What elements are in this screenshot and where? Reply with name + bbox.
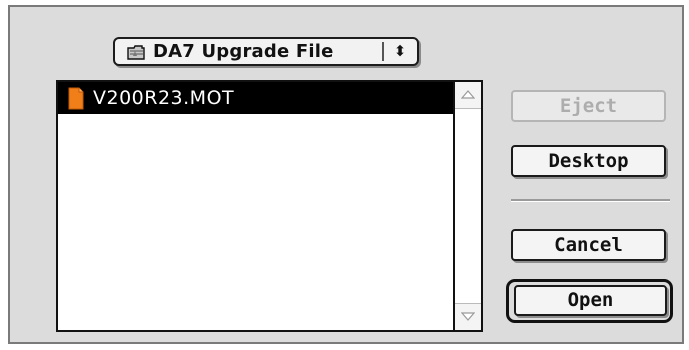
folder-popup-menu[interactable]: DA7 Upgrade File ⬍ [113,37,419,66]
file-list-rows: V200R23.MOT [58,82,453,330]
vertical-scrollbar[interactable] [453,82,481,330]
scroll-down-button[interactable] [455,303,481,330]
up-down-arrows-icon: ⬍ [393,42,407,60]
desktop-button[interactable]: Desktop [511,145,666,177]
open-button[interactable]: Open [514,285,667,316]
document-icon [68,87,84,110]
cancel-button[interactable]: Cancel [511,229,666,261]
open-file-dialog: DA7 Upgrade File ⬍ V200R23.MOT Eject Des… [8,5,684,344]
eject-button[interactable]: Eject [511,90,666,122]
list-item[interactable]: V200R23.MOT [58,82,453,114]
folder-popup-label: DA7 Upgrade File [153,41,334,62]
down-arrow-icon [461,312,475,321]
popup-divider [382,42,384,61]
up-arrow-icon [461,90,475,99]
scroll-up-button[interactable] [455,82,481,109]
file-name: V200R23.MOT [93,87,235,109]
button-separator [511,199,670,202]
folder-icon [127,45,145,60]
file-list[interactable]: V200R23.MOT [56,80,483,332]
